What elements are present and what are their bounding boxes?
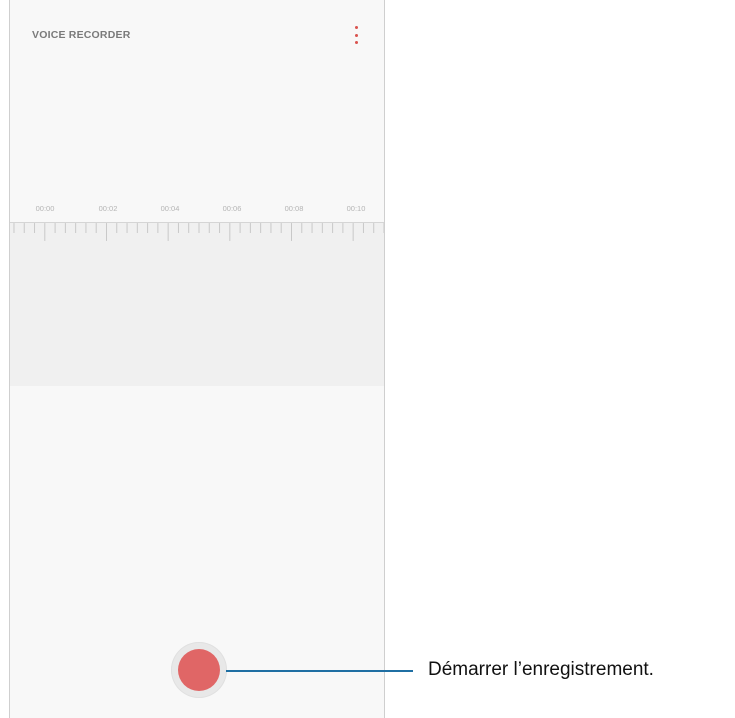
time-label: 00:02	[98, 204, 118, 213]
time-label: 00:04	[160, 204, 180, 213]
time-label: 00:00	[35, 204, 55, 213]
time-label: 00:10	[346, 204, 366, 213]
time-label: 00:08	[284, 204, 304, 213]
phone-screen: VOICE RECORDER 00:00 00:02 00:04 00:06 0…	[9, 0, 385, 718]
callout-line	[226, 670, 413, 672]
record-button[interactable]	[171, 642, 227, 698]
manual-figure: VOICE RECORDER 00:00 00:02 00:04 00:06 0…	[0, 0, 735, 718]
more-options-dot	[354, 33, 358, 37]
waveform-area	[10, 222, 384, 386]
app-header: VOICE RECORDER	[10, 0, 384, 80]
timeline-labels: 00:00 00:02 00:04 00:06 00:08 00:10	[10, 204, 384, 224]
app-title: VOICE RECORDER	[32, 29, 131, 41]
time-label: 00:06	[222, 204, 242, 213]
more-options-dot	[354, 26, 358, 29]
record-icon	[178, 649, 220, 691]
more-options-dot	[354, 41, 358, 44]
timeline-ruler	[10, 222, 384, 241]
more-options-icon[interactable]	[349, 26, 363, 44]
callout-label: Démarrer l’enregistrement.	[428, 659, 654, 680]
